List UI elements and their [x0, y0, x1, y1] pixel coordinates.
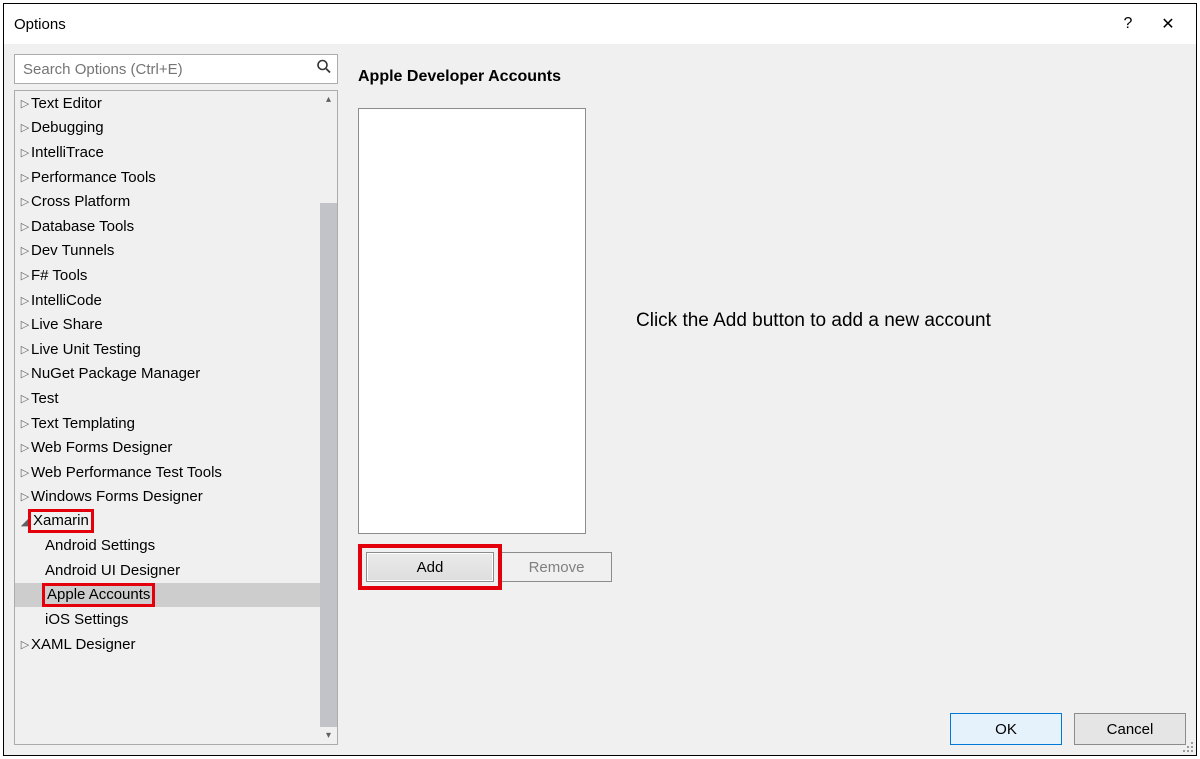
tree-item-label: Web Performance Test Tools	[31, 464, 222, 481]
tree-item-xamarin[interactable]: ◢Xamarin	[15, 509, 320, 534]
search-input[interactable]	[14, 54, 338, 84]
tree-item-label: IntelliCode	[31, 292, 102, 309]
tree-item-dev-tunnels[interactable]: ▷Dev Tunnels	[15, 239, 320, 264]
tree-item-label: Database Tools	[31, 218, 134, 235]
chevron-right-icon[interactable]: ▷	[19, 97, 31, 110]
tree-item-label: Test	[31, 390, 59, 407]
tree-item-android-ui-designer[interactable]: Android UI Designer	[15, 558, 320, 583]
tree-item-debugging[interactable]: ▷Debugging	[15, 116, 320, 141]
options-right-panel: Apple Developer Accounts Click the Add b…	[358, 54, 1186, 745]
options-left-panel: ▷Text Editor▷Debugging▷IntelliTrace▷Perf…	[14, 54, 338, 745]
tree-item-label: NuGet Package Manager	[31, 365, 200, 382]
highlight-box: Xamarin	[28, 509, 94, 533]
cancel-button[interactable]: Cancel	[1074, 713, 1186, 745]
scroll-down-icon[interactable]: ▾	[320, 727, 337, 744]
chevron-right-icon[interactable]: ▷	[19, 171, 31, 184]
tree-scrollbar[interactable]: ▴ ▾	[320, 91, 337, 744]
tree-item-windows-forms-designer[interactable]: ▷Windows Forms Designer	[15, 485, 320, 510]
resize-grip-icon[interactable]	[1180, 739, 1194, 753]
window-title: Options	[14, 16, 66, 33]
tree-item-label: Xamarin	[33, 512, 89, 529]
tree-item-label: Apple Accounts	[47, 586, 150, 603]
chevron-right-icon[interactable]: ▷	[19, 490, 31, 503]
tree-item-f-tools[interactable]: ▷F# Tools	[15, 263, 320, 288]
chevron-right-icon[interactable]: ▷	[19, 195, 31, 208]
tree-item-nuget-package-manager[interactable]: ▷NuGet Package Manager	[15, 362, 320, 387]
tree-item-label: Text Templating	[31, 415, 135, 432]
tree-item-database-tools[interactable]: ▷Database Tools	[15, 214, 320, 239]
tree-item-performance-tools[interactable]: ▷Performance Tools	[15, 165, 320, 190]
tree-item-intellitrace[interactable]: ▷IntelliTrace	[15, 140, 320, 165]
tree-item-xaml-designer[interactable]: ▷XAML Designer	[15, 632, 320, 657]
ok-button[interactable]: OK	[950, 713, 1062, 745]
help-icon[interactable]: ?	[1108, 15, 1148, 33]
tree-item-label: IntelliTrace	[31, 144, 104, 161]
chevron-right-icon[interactable]: ▷	[19, 466, 31, 479]
add-button[interactable]: Add	[366, 552, 494, 582]
tree-item-live-share[interactable]: ▷Live Share	[15, 312, 320, 337]
chevron-right-icon[interactable]: ▷	[19, 220, 31, 233]
chevron-right-icon[interactable]: ▷	[19, 638, 31, 651]
chevron-right-icon[interactable]: ▷	[19, 343, 31, 356]
chevron-right-icon[interactable]: ▷	[19, 417, 31, 430]
remove-button: Remove	[502, 552, 612, 582]
dialog-footer: OK Cancel	[950, 713, 1186, 745]
tree-item-label: Dev Tunnels	[31, 242, 114, 259]
chevron-right-icon[interactable]: ▷	[19, 392, 31, 405]
tree-item-label: Android Settings	[45, 537, 155, 554]
chevron-right-icon[interactable]: ▷	[19, 121, 31, 134]
tree-item-android-settings[interactable]: Android Settings	[15, 534, 320, 559]
options-dialog: Options ? ✕ ▷Text Editor▷Debugging▷Intel…	[3, 3, 1197, 756]
tree-item-label: Cross Platform	[31, 193, 130, 210]
chevron-right-icon[interactable]: ▷	[19, 244, 31, 257]
tree-item-intellicode[interactable]: ▷IntelliCode	[15, 288, 320, 313]
tree-item-label: Live Unit Testing	[31, 341, 141, 358]
chevron-right-icon[interactable]: ▷	[19, 146, 31, 159]
tree-item-apple-accounts[interactable]: Apple Accounts	[15, 583, 320, 608]
accounts-listbox[interactable]	[358, 108, 586, 534]
tree-item-label: Text Editor	[31, 95, 102, 112]
tree-item-label: Windows Forms Designer	[31, 488, 203, 505]
highlight-box: Apple Accounts	[42, 583, 155, 607]
tree-item-ios-settings[interactable]: iOS Settings	[15, 607, 320, 632]
chevron-right-icon[interactable]: ▷	[19, 294, 31, 307]
tree-item-label: XAML Designer	[31, 636, 136, 653]
close-icon[interactable]: ✕	[1148, 14, 1188, 34]
tree-item-live-unit-testing[interactable]: ▷Live Unit Testing	[15, 337, 320, 362]
titlebar: Options ? ✕	[4, 4, 1196, 44]
tree-item-label: Live Share	[31, 316, 103, 333]
scroll-up-icon[interactable]: ▴	[320, 91, 337, 108]
tree-item-label: Debugging	[31, 119, 104, 136]
tree-item-label: Android UI Designer	[45, 562, 180, 579]
chevron-right-icon[interactable]: ▷	[19, 367, 31, 380]
accounts-hint: Click the Add button to add a new accoun…	[636, 310, 991, 332]
tree-item-label: Performance Tools	[31, 169, 156, 186]
tree-item-test[interactable]: ▷Test	[15, 386, 320, 411]
tree-item-text-templating[interactable]: ▷Text Templating	[15, 411, 320, 436]
tree-item-label: F# Tools	[31, 267, 87, 284]
tree-item-web-forms-designer[interactable]: ▷Web Forms Designer	[15, 435, 320, 460]
chevron-right-icon[interactable]: ▷	[19, 441, 31, 454]
panel-title: Apple Developer Accounts	[358, 68, 1186, 86]
chevron-right-icon[interactable]: ▷	[19, 269, 31, 282]
tree-item-web-performance-test-tools[interactable]: ▷Web Performance Test Tools	[15, 460, 320, 485]
tree-item-cross-platform[interactable]: ▷Cross Platform	[15, 189, 320, 214]
chevron-right-icon[interactable]: ▷	[19, 318, 31, 331]
tree-item-text-editor[interactable]: ▷Text Editor	[15, 91, 320, 116]
tree-item-label: iOS Settings	[45, 611, 128, 628]
add-button-highlight: Add	[358, 544, 502, 590]
tree-item-label: Web Forms Designer	[31, 439, 172, 456]
options-tree[interactable]: ▷Text Editor▷Debugging▷IntelliTrace▷Perf…	[14, 90, 338, 745]
